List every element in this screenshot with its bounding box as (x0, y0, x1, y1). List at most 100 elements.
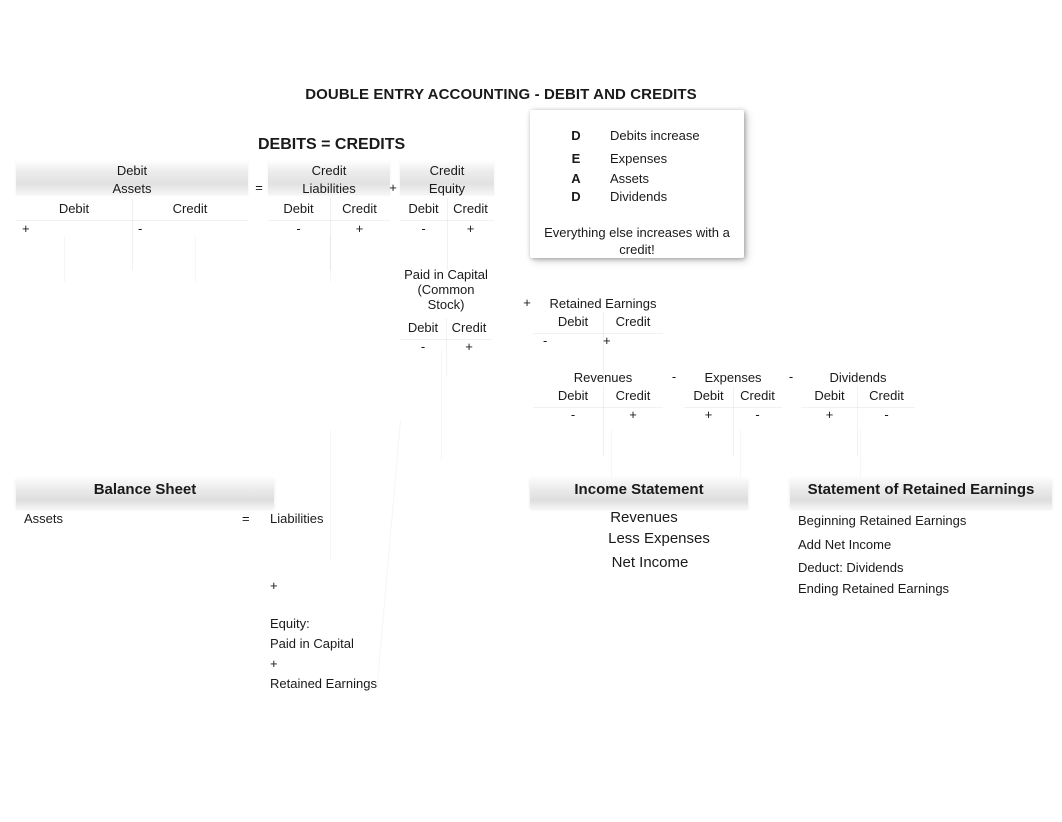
t-account-revenues-sign-debit: - (570, 407, 576, 422)
t-account-equity: Credit Equity Debit Credit - + (400, 160, 494, 270)
balance-sheet-plus-2: + (270, 656, 278, 671)
t-account-re-sign-debit: - (543, 333, 548, 348)
t-account-revenues: Revenues Debit Credit - + (533, 369, 663, 456)
operator-plus-retained-earnings: + (523, 295, 531, 310)
balance-sheet-equals: = (242, 511, 250, 526)
retained-earnings-line-ending: Ending Retained Earnings (798, 581, 950, 596)
t-account-expenses: Expenses Debit Credit + - (684, 369, 782, 456)
t-account-pic-col-credit: Credit (451, 320, 487, 335)
t-account-liabilities-sign-credit: + (355, 221, 364, 236)
t-account-liabilities-name: Liabilities (302, 181, 356, 196)
t-account-assets-col-debit: Debit (58, 201, 90, 216)
t-account-equity-divider (447, 198, 448, 270)
dead-key-d2: D (571, 189, 581, 204)
balance-sheet-paid-in-capital: Paid in Capital (270, 636, 354, 651)
t-account-revenues-sign-credit: + (629, 407, 637, 422)
connector-stroke-6 (611, 430, 612, 480)
income-statement-line-revenues: Revenues (610, 509, 678, 526)
t-account-dividends-col-credit: Credit (869, 388, 904, 403)
t-account-equity-sign-debit: - (421, 221, 426, 236)
t-account-pic-name-line3: Stock) (427, 297, 465, 312)
dead-value-dividends: Dividends (610, 189, 668, 204)
t-account-re-sign-credit: + (603, 333, 611, 348)
dead-legend-box: D Debits increase E Expenses A Assets D … (530, 110, 744, 258)
t-account-dividends-name: Dividends (829, 370, 887, 385)
income-statement-line-less-expenses: Less Expenses (608, 530, 710, 547)
retained-earnings-statement-title: Statement of Retained Earnings (807, 481, 1035, 498)
t-account-liabilities-sign-debit: - (296, 221, 301, 236)
t-account-dividends: Dividends Debit Credit + - (801, 369, 915, 456)
connector-stroke-diagonal (376, 420, 401, 690)
dead-note: Everything else increases with a credit! (544, 225, 730, 257)
dead-key-d1: D (571, 128, 581, 143)
t-account-liabilities-normal-balance: Credit (311, 163, 347, 178)
t-account-assets-normal-balance: Debit (116, 163, 148, 178)
t-account-equity-name: Equity (428, 181, 466, 196)
t-account-equity-col-credit: Credit (453, 201, 488, 216)
balance-sheet-assets-label: Assets (24, 511, 64, 526)
connector-stroke-3 (330, 236, 331, 282)
t-account-equity-normal-balance: Credit (429, 163, 465, 178)
operator-minus-dividends: - (788, 369, 794, 384)
t-account-revenues-col-credit: Credit (615, 388, 651, 403)
retained-earnings-line-deduct-dividends: Deduct: Dividends (798, 560, 904, 575)
t-account-assets-sign-credit: - (138, 221, 143, 236)
t-account-assets-col-credit: Credit (172, 201, 208, 216)
dead-value-debits-increase: Debits increase (610, 128, 700, 143)
t-account-liabilities: Credit Liabilities Debit Credit - + (268, 160, 390, 270)
t-account-revenues-divider (603, 386, 604, 456)
retained-earnings-line-add-net-income: Add Net Income (798, 537, 892, 552)
income-statement-title: Income Statement (574, 481, 704, 498)
t-account-pic-sign-debit: - (420, 339, 426, 354)
t-account-re-name: Retained Earnings (549, 296, 657, 311)
dead-key-a: A (571, 171, 581, 186)
t-account-assets: Debit Assets Debit Credit + - (16, 160, 248, 270)
t-account-liabilities-col-credit: Credit (342, 201, 377, 216)
t-account-re-col-credit: Credit (615, 314, 651, 329)
t-account-expenses-sign-debit: + (704, 407, 713, 422)
balance-sheet-retained-earnings: Retained Earnings (270, 676, 377, 691)
income-statement-line-net-income: Net Income (611, 554, 689, 571)
t-account-expenses-divider (733, 386, 734, 456)
page-title: DOUBLE ENTRY ACCOUNTING - DEBIT AND CRED… (305, 86, 697, 103)
t-account-dividends-sign-debit: + (825, 407, 834, 422)
connector-stroke-4 (330, 430, 331, 560)
t-account-pic-divider (446, 318, 447, 376)
balance-sheet-liabilities: Liabilities (270, 511, 324, 526)
t-account-expenses-sign-credit: - (755, 407, 760, 422)
equation-heading: DEBITS = CREDITS (258, 136, 406, 153)
connector-stroke-7 (740, 430, 741, 480)
t-account-assets-name: Assets (112, 181, 152, 196)
t-account-dividends-sign-credit: - (884, 407, 889, 422)
t-account-pic-col-debit: Debit (407, 320, 439, 335)
t-account-assets-sign-debit: + (22, 221, 30, 236)
dead-value-expenses: Expenses (610, 151, 668, 166)
operator-minus-expenses: - (671, 369, 677, 384)
connector-stroke-5 (441, 350, 442, 460)
connector-stroke-1 (64, 236, 65, 282)
balance-sheet-equity-label: Equity: (270, 616, 310, 631)
t-account-revenues-name: Revenues (573, 370, 633, 385)
t-account-paid-in-capital: Paid in Capital (Common Stock) Debit Cre… (400, 266, 492, 376)
t-account-expenses-col-debit: Debit (693, 388, 724, 403)
t-account-expenses-name: Expenses (704, 370, 762, 385)
t-account-revenues-col-debit: Debit (557, 388, 589, 403)
operator-equals-top: = (255, 180, 263, 195)
t-account-liabilities-col-debit: Debit (283, 201, 314, 216)
balance-sheet-plus-1: + (270, 578, 278, 593)
t-account-equity-col-debit: Debit (408, 201, 439, 216)
dead-key-e: E (571, 151, 581, 166)
balance-sheet-title: Balance Sheet (93, 481, 197, 498)
t-account-dividends-divider (857, 386, 858, 456)
t-account-assets-divider (132, 198, 133, 270)
retained-earnings-line-beginning: Beginning Retained Earnings (798, 513, 967, 528)
connector-stroke-8 (860, 430, 861, 480)
t-account-expenses-col-credit: Credit (740, 388, 775, 403)
dead-value-assets: Assets (610, 171, 650, 186)
t-account-equity-sign-credit: + (466, 221, 475, 236)
t-account-retained-earnings: Retained Earnings Debit Credit - + (533, 295, 663, 378)
connector-stroke-2 (195, 236, 196, 282)
t-account-re-col-debit: Debit (557, 314, 589, 329)
t-account-pic-sign-credit: + (465, 339, 473, 354)
t-account-dividends-col-debit: Debit (814, 388, 845, 403)
